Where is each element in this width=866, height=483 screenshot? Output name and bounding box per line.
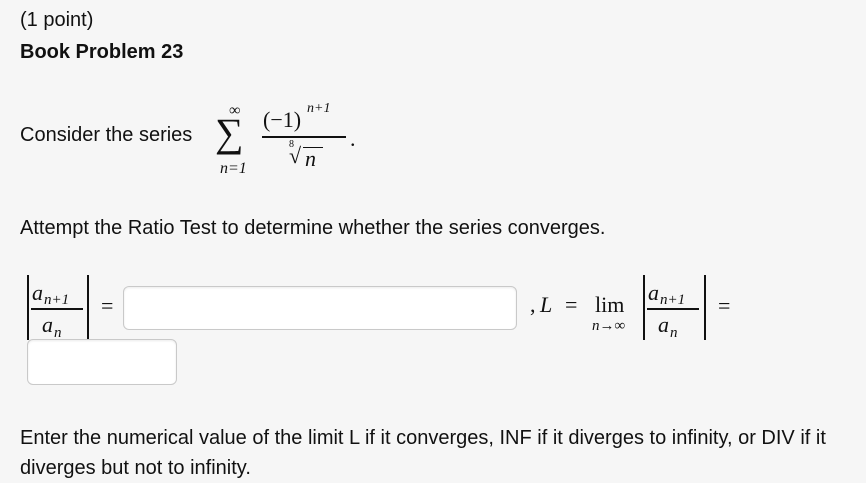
ratio-numerator-sub: n+1 — [44, 292, 70, 308]
equals-sign: = — [101, 293, 114, 318]
instruction-text: Attempt the Ratio Test to determine whet… — [20, 217, 606, 239]
limit-abs-bar-right — [704, 275, 706, 340]
abs-bar-left — [27, 275, 29, 340]
limit-value-input[interactable] — [27, 339, 177, 385]
ratio-expression-input[interactable] — [123, 286, 517, 330]
radical-sign: √ — [289, 143, 302, 168]
points-label: (1 point) — [20, 9, 94, 31]
comma: , — [530, 292, 536, 317]
limit-denominator-a: a — [658, 312, 669, 337]
L-symbol: L — [540, 292, 553, 317]
ratio-denominator-a: a — [42, 312, 53, 337]
problem-title: Book Problem 23 — [20, 41, 184, 63]
series-intro: Consider the series — [20, 124, 193, 146]
footer-instruction: Enter the numerical value of the limit L… — [20, 427, 826, 479]
limit-abs-bar-left — [643, 275, 645, 340]
series-period: . — [350, 126, 356, 151]
limit-fraction-bar — [647, 308, 699, 310]
sum-sign: ∑ — [215, 110, 244, 155]
limit-equals-sign: = — [718, 293, 731, 318]
sum-lower-limit: n=1 — [220, 160, 247, 177]
abs-bar-right — [87, 275, 89, 340]
limit-numerator-sub: n+1 — [660, 292, 686, 308]
lim-text: lim — [595, 292, 625, 317]
ratio-numerator-a: a — [32, 280, 43, 305]
lim-subscript: n→∞ — [592, 318, 626, 334]
L-equals-sign: = — [565, 292, 578, 317]
limit-numerator-a: a — [648, 280, 659, 305]
limit-denominator-sub: n — [670, 325, 678, 341]
series-fraction-bar — [262, 136, 346, 138]
ratio-fraction-bar — [31, 308, 83, 310]
series-numerator-base: (−1) — [263, 107, 302, 132]
series-numerator-exponent: n+1 — [307, 101, 331, 116]
series-denominator-n: n — [305, 146, 316, 171]
